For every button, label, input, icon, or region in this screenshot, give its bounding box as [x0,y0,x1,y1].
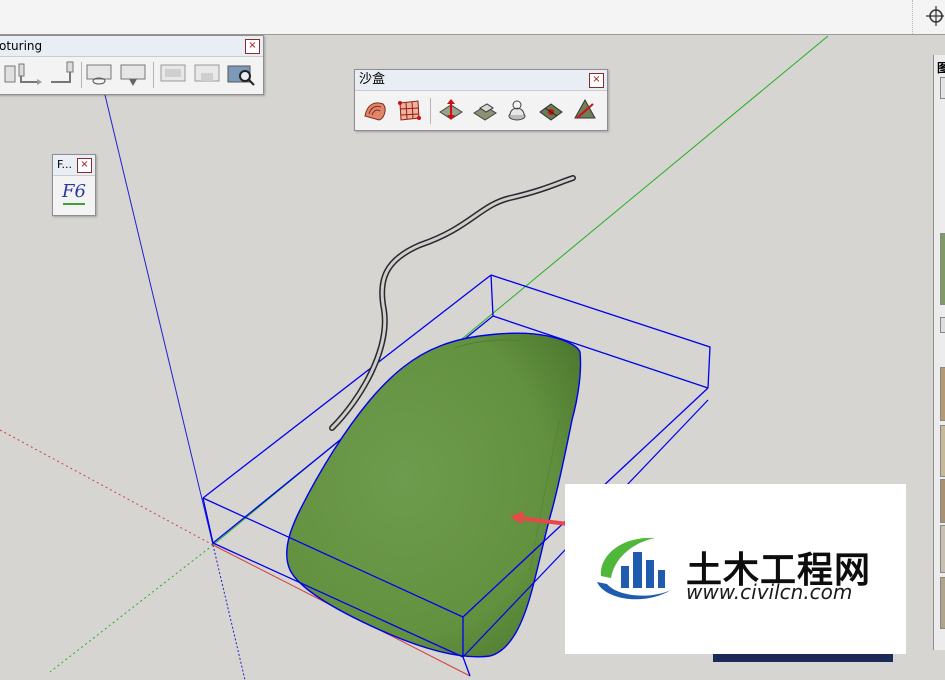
close-button[interactable]: × [77,158,92,173]
contour-tool-5-icon[interactable] [119,60,147,88]
sandbox-toolbar: 沙盒 × [354,69,608,131]
material-swatch[interactable] [940,479,945,523]
watermark: 土木工程网 www.civilcn.com [565,484,906,654]
blue-axis [104,94,214,546]
terrain-mesh[interactable] [286,332,582,658]
smoove-icon[interactable] [437,96,465,124]
font-tool-underline [63,203,85,205]
footer-bar [713,654,893,662]
font-toolbar: F... × F6 [52,154,96,216]
close-button[interactable]: × [245,39,260,54]
material-swatch[interactable] [940,577,945,629]
toolbar-divider [81,62,82,88]
green-axis-hidden [49,544,214,673]
top-toolbar-strip [0,0,945,35]
close-button[interactable]: × [589,73,604,88]
contour-tool-7-icon[interactable] [193,60,221,88]
contour-tool-2-icon[interactable] [15,60,43,88]
material-swatch[interactable] [940,425,945,477]
blue-axis-hidden [212,544,246,680]
toolbar-divider [153,62,154,88]
from-scratch-icon[interactable] [395,96,423,124]
contour-tool-6-icon[interactable] [159,60,187,88]
toolbar-separator [912,0,914,34]
civilcn-logo-icon [597,537,671,600]
font-tool-icon[interactable]: F6 [62,181,86,202]
panel-button[interactable] [940,317,945,333]
add-detail-icon[interactable] [537,96,565,124]
drape-icon[interactable] [503,96,531,124]
bounding-box-edge [490,274,494,317]
panel-button[interactable] [940,77,945,99]
red-axis-hidden [0,429,214,546]
stamp-icon[interactable] [471,96,499,124]
contour-tool-4-icon[interactable] [85,60,113,88]
contouring-toolbar: oturing × [0,35,264,95]
zoom-search-icon[interactable] [227,60,255,88]
right-side-panel: 图 [933,55,945,650]
watermark-url: www.civilcn.com [686,580,853,604]
material-swatch[interactable] [940,367,945,421]
toolbar-title[interactable]: oturing [0,36,263,57]
position-camera-icon[interactable] [924,2,944,32]
contour-tool-3-icon[interactable] [49,60,77,88]
toolbar-title[interactable]: 沙盒 [355,70,607,91]
panel-title[interactable]: 图 [937,59,945,76]
toolbar-divider [430,98,431,124]
material-swatch[interactable] [940,525,945,573]
material-swatch[interactable] [940,233,945,305]
flip-edge-icon[interactable] [571,96,599,124]
from-contours-icon[interactable] [361,96,389,124]
